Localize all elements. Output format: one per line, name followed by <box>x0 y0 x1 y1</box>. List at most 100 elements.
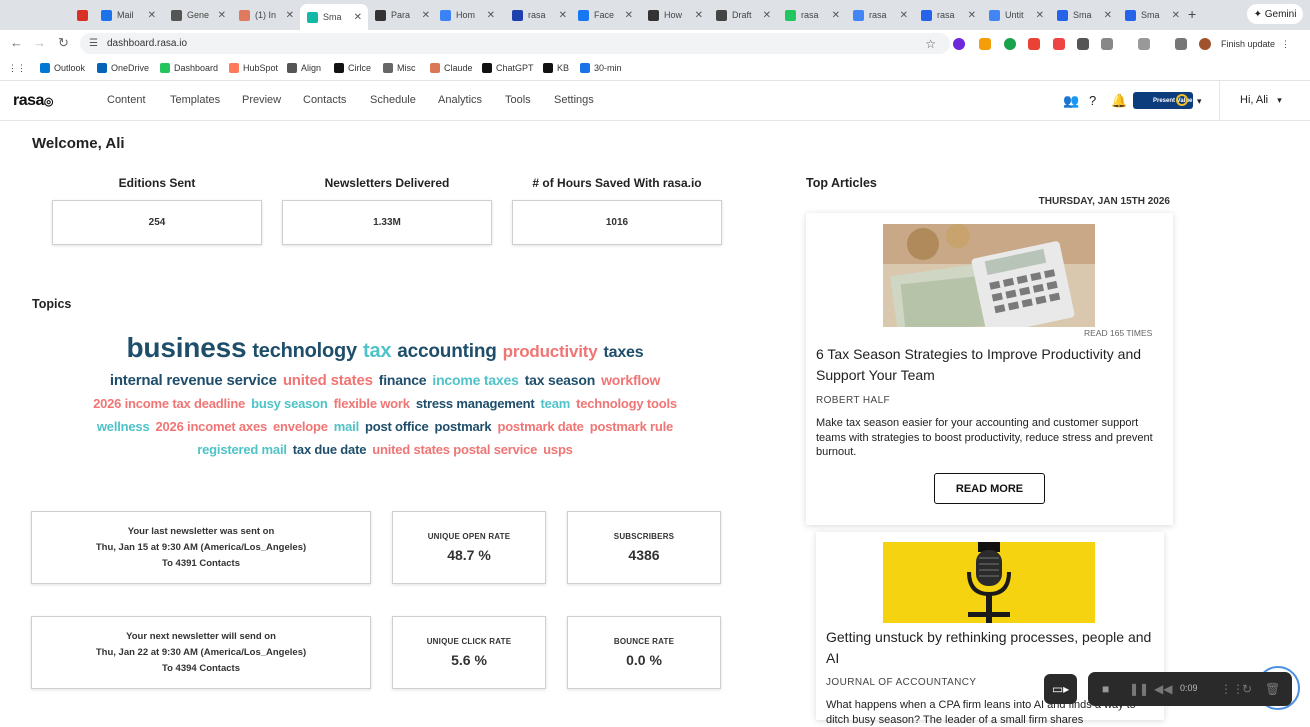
address-bar[interactable]: ☰ dashboard.rasa.io ☆ <box>80 33 950 54</box>
account-badge[interactable]: Present Value <box>1133 92 1193 109</box>
topic-tag[interactable]: tax due date <box>293 442 367 457</box>
close-tab-icon[interactable]: ✕ <box>559 10 567 21</box>
extension-icon[interactable] <box>979 38 991 50</box>
nav-contacts[interactable]: Contacts <box>303 94 346 106</box>
close-tab-icon[interactable]: ✕ <box>422 10 430 21</box>
trash-icon[interactable]: 🗑 <box>1265 682 1280 696</box>
topic-tag[interactable]: stress management <box>416 396 535 411</box>
extensions-puzzle-icon[interactable] <box>1101 38 1113 50</box>
community-icon[interactable]: 👥 <box>1063 93 1079 109</box>
topic-tag[interactable]: mail <box>334 419 359 434</box>
topic-tag[interactable]: tax <box>363 340 392 363</box>
topic-tag[interactable]: envelope <box>273 419 328 434</box>
restart-icon[interactable]: ↻ <box>1242 682 1252 696</box>
topic-tag[interactable]: income taxes <box>432 372 519 388</box>
browser-tab[interactable]: rasa ✕ <box>778 4 846 26</box>
grid-icon[interactable]: ⋮⋮ <box>1220 682 1244 696</box>
nav-settings[interactable]: Settings <box>554 94 594 106</box>
close-tab-icon[interactable]: ✕ <box>354 12 362 23</box>
browser-tab[interactable]: Para ✕ <box>368 4 436 26</box>
close-tab-icon[interactable]: ✕ <box>487 10 495 21</box>
topic-tag[interactable]: postmark <box>435 419 492 434</box>
notifications-bell-icon[interactable]: 🔔 <box>1111 93 1127 109</box>
extension-icon[interactable] <box>1053 38 1065 50</box>
close-tab-icon[interactable]: ✕ <box>695 10 703 21</box>
browser-tab[interactable]: Draft ✕ <box>709 4 777 26</box>
browser-tab[interactable]: Sma ✕ <box>1050 4 1118 26</box>
topic-tag[interactable]: technology <box>252 340 357 363</box>
topic-tag[interactable]: registered mail <box>197 442 287 457</box>
close-tab-icon[interactable]: ✕ <box>832 10 840 21</box>
user-menu[interactable]: Hi, Ali ▾ <box>1240 94 1282 106</box>
close-tab-icon[interactable]: ✕ <box>763 10 771 21</box>
download-icon[interactable] <box>1175 38 1187 50</box>
bookmark-item[interactable]: KB <box>543 63 569 73</box>
topic-tag[interactable]: postmark date <box>497 419 583 434</box>
topic-tag[interactable]: business <box>127 332 247 364</box>
browser-tab[interactable]: Sma ✕ <box>300 4 368 30</box>
gemini-button[interactable]: ✦ Gemini <box>1247 4 1303 24</box>
article-title[interactable]: 6 Tax Season Strategies to Improve Produ… <box>816 344 1161 386</box>
close-tab-icon[interactable]: ✕ <box>148 10 156 21</box>
reload-icon[interactable]: ↻ <box>58 35 69 51</box>
bookmark-item[interactable]: OneDrive <box>97 63 149 73</box>
topic-tag[interactable]: productivity <box>503 342 598 362</box>
menu-dots-icon[interactable]: ⋮ <box>1281 39 1290 50</box>
topic-tag[interactable]: internal revenue service <box>110 372 277 389</box>
back-icon[interactable]: ← <box>10 35 23 50</box>
close-tab-icon[interactable]: ✕ <box>1172 10 1180 21</box>
rewind-icon[interactable]: ◀◀ <box>1154 682 1172 696</box>
topic-tag[interactable]: team <box>541 396 571 411</box>
bookmark-item[interactable]: ChatGPT <box>482 63 534 73</box>
topic-tag[interactable]: united states <box>283 372 373 389</box>
extension-icon[interactable] <box>953 38 965 50</box>
bookmark-item[interactable]: Align <box>287 63 321 73</box>
pause-icon[interactable]: ❚❚ <box>1129 682 1149 696</box>
chevron-down-icon[interactable]: ▾ <box>1197 96 1202 107</box>
rasa-logo[interactable]: rasa◎ <box>13 92 54 110</box>
bookmark-item[interactable]: HubSpot <box>229 63 278 73</box>
bookmark-item[interactable]: Outlook <box>40 63 85 73</box>
help-icon[interactable]: ? <box>1089 93 1096 108</box>
browser-tab[interactable]: rasa ✕ <box>846 4 914 26</box>
close-tab-icon[interactable]: ✕ <box>1036 10 1044 21</box>
topic-tag[interactable]: usps <box>543 442 573 457</box>
topic-tag[interactable]: flexible work <box>334 396 410 411</box>
browser-tab[interactable]: Face ✕ <box>571 4 639 26</box>
bookmark-item[interactable]: 30-min <box>580 63 622 73</box>
article-title[interactable]: Getting unstuck by rethinking processes,… <box>826 627 1156 669</box>
camera-toggle-button[interactable]: ▭▸ <box>1044 674 1077 704</box>
article-image-calculator[interactable] <box>883 224 1095 327</box>
stop-icon[interactable]: ■ <box>1102 682 1109 696</box>
browser-tab[interactable]: Untit ✕ <box>982 4 1050 26</box>
topic-tag[interactable]: taxes <box>604 344 644 362</box>
extension-icon[interactable] <box>1004 38 1016 50</box>
browser-tab[interactable]: Mail ✕ <box>94 4 162 26</box>
cast-icon[interactable] <box>1138 38 1150 50</box>
nav-schedule[interactable]: Schedule <box>370 94 416 106</box>
close-tab-icon[interactable]: ✕ <box>218 10 226 21</box>
topic-tag[interactable]: technology tools <box>576 396 677 411</box>
bookmark-star-icon[interactable]: ☆ <box>925 37 936 51</box>
apps-grid-icon[interactable]: ⋮⋮ <box>8 63 26 74</box>
forward-icon[interactable]: → <box>33 35 46 50</box>
close-tab-icon[interactable]: ✕ <box>1104 10 1112 21</box>
bookmark-item[interactable]: Cirlce <box>334 63 371 73</box>
browser-tab[interactable]: Sma ✕ <box>1118 4 1186 26</box>
close-tab-icon[interactable]: ✕ <box>286 10 294 21</box>
bookmark-item[interactable]: Dashboard <box>160 63 218 73</box>
nav-content[interactable]: Content <box>107 94 146 106</box>
browser-tab[interactable]: rasa ✕ <box>505 4 573 26</box>
nav-tools[interactable]: Tools <box>505 94 531 106</box>
topic-tag[interactable]: 2026 incomet axes <box>156 419 268 434</box>
topic-tag[interactable]: postmark rule <box>590 419 674 434</box>
topic-tag[interactable]: tax season <box>525 372 596 388</box>
profile-avatar[interactable] <box>1199 38 1211 50</box>
topic-tag[interactable]: workflow <box>601 372 660 388</box>
read-more-button[interactable]: READ MORE <box>934 473 1045 504</box>
browser-tab[interactable]: (1) In ✕ <box>232 4 300 26</box>
new-tab-button[interactable]: + <box>1188 6 1196 22</box>
topic-tag[interactable]: finance <box>379 372 427 388</box>
close-tab-icon[interactable]: ✕ <box>625 10 633 21</box>
close-tab-icon[interactable]: ✕ <box>900 10 908 21</box>
